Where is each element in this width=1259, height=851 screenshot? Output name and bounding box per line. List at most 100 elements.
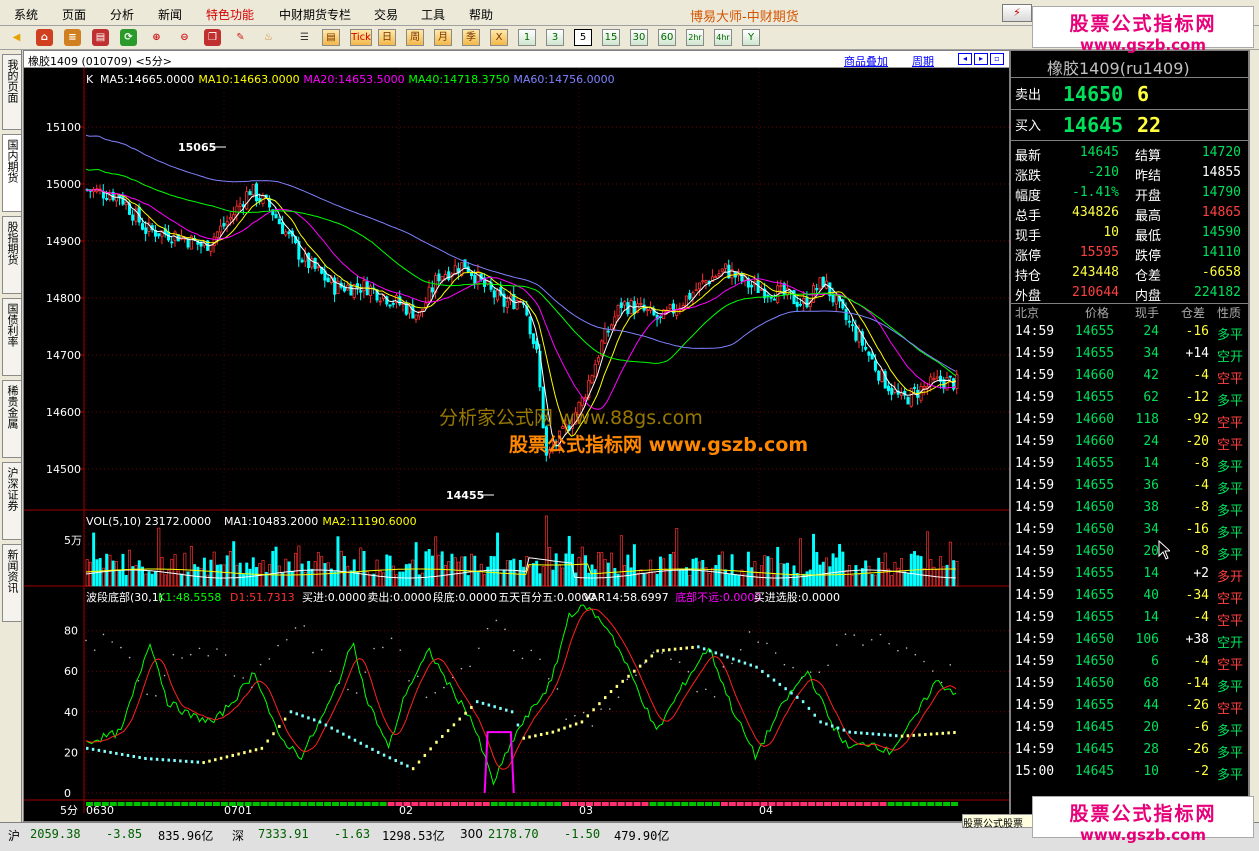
candle-body bbox=[378, 300, 382, 303]
news-icon[interactable]: ▤ bbox=[322, 29, 340, 46]
volume-bar bbox=[926, 531, 930, 587]
period-year[interactable]: Y bbox=[742, 29, 760, 46]
zoom-in-icon[interactable]: ⊕ bbox=[148, 29, 165, 46]
indicator-legend-item: 段底:0.0000 bbox=[433, 590, 497, 604]
period-day[interactable]: 日 bbox=[378, 29, 396, 46]
period-4hr[interactable]: 4hr bbox=[714, 29, 732, 46]
field-value: 14790 bbox=[1201, 185, 1241, 200]
var14-dot bbox=[505, 708, 508, 712]
tab-news[interactable]: 新闻资讯 bbox=[2, 544, 21, 622]
tick-row: 14:59 14655 44 -26 空平 bbox=[1011, 695, 1250, 717]
tab-my-page[interactable]: 我的页面 bbox=[2, 54, 21, 130]
signal-dot bbox=[600, 708, 602, 710]
period-month[interactable]: 月 bbox=[434, 29, 452, 46]
var14-dot bbox=[301, 714, 304, 718]
quote-icon[interactable]: ▤ bbox=[92, 29, 109, 46]
var14-dot bbox=[97, 748, 101, 752]
flash-button[interactable]: ⚡ bbox=[1002, 4, 1032, 22]
tick-price: 14655 bbox=[1075, 588, 1115, 603]
draw-icon[interactable]: ✎ bbox=[232, 29, 249, 46]
overlay-link[interactable]: 商品叠加 bbox=[844, 53, 888, 69]
restore-icon[interactable]: ▫ bbox=[990, 53, 1004, 65]
var14-dot bbox=[91, 747, 95, 751]
quote-field-row: 外盘 210644 内盘 224182 bbox=[1011, 283, 1250, 304]
menu-special[interactable]: 特色功能 bbox=[206, 6, 254, 23]
tool-icon[interactable]: ♨ bbox=[260, 29, 277, 46]
kline-chart[interactable]: 橡胶1409 (010709) <5分> 商品叠加 周期 ◂ ▸ ▫ K MA5… bbox=[23, 50, 1010, 822]
menu-news[interactable]: 新闻 bbox=[158, 6, 182, 23]
table-icon[interactable]: ☰ bbox=[296, 29, 313, 46]
list-icon[interactable]: ≡ bbox=[64, 29, 81, 46]
period-3min[interactable]: 3 bbox=[546, 29, 564, 46]
volume-bar bbox=[189, 546, 193, 587]
var14-dot bbox=[260, 746, 264, 750]
period-season[interactable]: 季 bbox=[462, 29, 480, 46]
tab-domestic-futures[interactable]: 国内期货 bbox=[2, 134, 21, 212]
var14-dot bbox=[545, 731, 549, 735]
tab-precious-metals[interactable]: 稀贵金属 bbox=[2, 380, 21, 458]
prev-icon[interactable]: ◂ bbox=[958, 53, 972, 65]
menu-trade[interactable]: 交易 bbox=[374, 6, 398, 23]
menu-page[interactable]: 页面 bbox=[62, 6, 86, 23]
strip-block bbox=[117, 802, 125, 806]
strip-block bbox=[268, 802, 276, 806]
home-icon[interactable]: ⌂ bbox=[36, 29, 53, 46]
candle-body bbox=[619, 302, 623, 308]
volume-bar bbox=[277, 565, 281, 587]
tab-bond-rate[interactable]: 国债利率 bbox=[2, 298, 21, 376]
tick-volume: 6 bbox=[1151, 654, 1159, 669]
var14-dot bbox=[353, 738, 357, 742]
refresh-icon[interactable]: ⟳ bbox=[120, 29, 137, 46]
period-tick[interactable]: Tick bbox=[350, 29, 372, 46]
candle-body bbox=[225, 221, 229, 226]
strip-block bbox=[284, 802, 292, 806]
tick-row: 14:59 14660 118 -92 空平 bbox=[1011, 409, 1250, 431]
period-30min[interactable]: 30 bbox=[630, 29, 648, 46]
ask-row[interactable]: 卖出 14650 6 bbox=[1011, 80, 1250, 108]
var14-dot bbox=[499, 706, 502, 710]
scrollbar[interactable] bbox=[1249, 50, 1259, 822]
next-icon[interactable]: ▸ bbox=[974, 53, 988, 65]
volume-bar bbox=[841, 551, 845, 587]
indicator-tick-label: 40 bbox=[64, 706, 78, 719]
volume-bar bbox=[215, 564, 219, 587]
zoom-out-icon[interactable]: ⊖ bbox=[176, 29, 193, 46]
volume-bar bbox=[847, 565, 851, 587]
strip-block bbox=[927, 802, 935, 806]
strip-block bbox=[911, 802, 919, 806]
bid-row[interactable]: 买入 14645 22 bbox=[1011, 111, 1250, 139]
strip-block bbox=[522, 802, 530, 806]
menu-help[interactable]: 帮助 bbox=[469, 6, 493, 23]
period-1min[interactable]: 1 bbox=[518, 29, 536, 46]
volume-bar bbox=[632, 544, 636, 587]
volume-bar bbox=[414, 542, 418, 587]
menu-tools[interactable]: 工具 bbox=[421, 6, 445, 23]
menu-system[interactable]: 系统 bbox=[14, 6, 38, 23]
menu-zhongcai[interactable]: 中财期货专栏 bbox=[279, 6, 351, 23]
period-60min[interactable]: 60 bbox=[658, 29, 676, 46]
period-5min[interactable]: 5 bbox=[574, 29, 592, 46]
volume-bar bbox=[737, 574, 741, 587]
candle-body bbox=[437, 273, 441, 282]
volume-bar bbox=[769, 557, 773, 587]
back-icon[interactable]: ◀ bbox=[8, 29, 25, 46]
candle-body bbox=[851, 324, 855, 327]
volume-bar bbox=[522, 566, 526, 587]
period-link[interactable]: 周期 bbox=[912, 53, 934, 69]
menu-analysis[interactable]: 分析 bbox=[110, 6, 134, 23]
period-2hr[interactable]: 2hr bbox=[686, 29, 704, 46]
signal-dot bbox=[443, 686, 445, 689]
signal-dot bbox=[801, 677, 803, 679]
tab-stocks[interactable]: 沪深证券 bbox=[2, 462, 21, 540]
period-15min[interactable]: 15 bbox=[602, 29, 620, 46]
tick-type: 多平 bbox=[1217, 724, 1244, 739]
signal-dot bbox=[932, 670, 934, 672]
window-icon[interactable]: ❐ bbox=[204, 29, 221, 46]
tab-index-futures[interactable]: 股指期货 bbox=[2, 216, 21, 294]
period-x[interactable]: X bbox=[490, 29, 508, 46]
chart-plot[interactable]: K MA5:14665.0000 MA10:14663.0000 MA20:1465… bbox=[24, 68, 1009, 821]
volume-bar bbox=[463, 556, 467, 587]
period-week[interactable]: 周 bbox=[406, 29, 424, 46]
volume-bar bbox=[574, 572, 578, 587]
volume-bar bbox=[127, 549, 131, 587]
